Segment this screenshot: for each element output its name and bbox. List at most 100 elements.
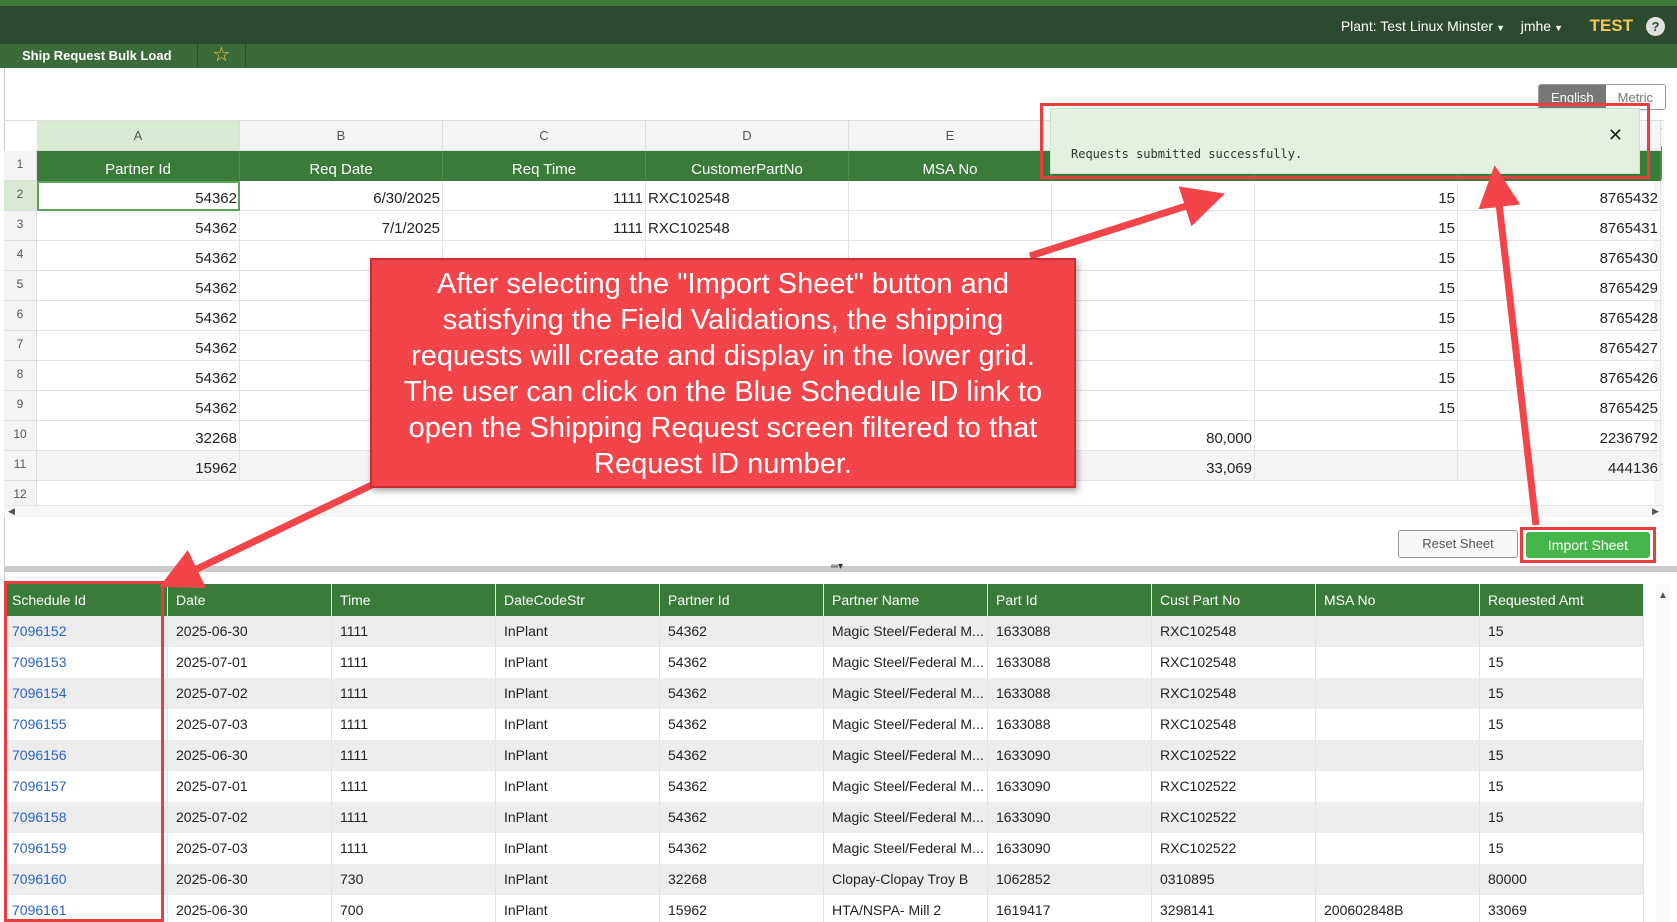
sheet-row-number[interactable]: 6 — [4, 301, 37, 331]
sheet-cell[interactable]: 15 — [1255, 181, 1458, 211]
scroll-left-icon[interactable]: ◀ — [8, 506, 15, 517]
table-row[interactable]: 7096160 2025-06-30 730 InPlant 32268 Clopay-C… — [4, 864, 1644, 895]
sheet-cell[interactable]: 15 — [1255, 391, 1458, 421]
table-row[interactable]: 7096158 2025-07-02 1111 InPlant 54362 Magic S… — [4, 802, 1644, 833]
sheet-header-cell[interactable]: Req Time — [443, 151, 646, 181]
sheet-cell[interactable] — [1052, 181, 1255, 211]
sheet-cell[interactable]: 2236792 — [1458, 421, 1661, 451]
sheet-cell[interactable]: 54362 — [37, 181, 240, 211]
sheet-header-cell[interactable]: Req Date — [240, 151, 443, 181]
grid-vertical-scrollbar[interactable]: ▲ — [1656, 584, 1670, 922]
pane-splitter[interactable]: ═▾ — [4, 562, 1677, 572]
sheet-cell[interactable]: 15 — [1255, 331, 1458, 361]
sheet-cell[interactable]: 54362 — [37, 391, 240, 421]
table-row[interactable]: 7096161 2025-06-30 700 InPlant 15962 HTA/NSPA… — [4, 895, 1644, 922]
sheet-header-cell[interactable]: MSA No — [849, 151, 1052, 181]
sheet-cell[interactable]: 33,069 — [1052, 451, 1255, 481]
sheet-row-number[interactable]: 7 — [4, 331, 37, 361]
sheet-cell[interactable] — [1052, 271, 1255, 301]
table-row[interactable]: 7096157 2025-07-01 1111 InPlant 54362 Magic S… — [4, 771, 1644, 802]
grid-column-header[interactable]: DateCodeStr — [496, 584, 660, 616]
grid-column-header[interactable]: Date — [168, 584, 332, 616]
sheet-cell[interactable]: 54362 — [37, 361, 240, 391]
grid-column-header[interactable]: Partner Id — [660, 584, 824, 616]
sheet-cell[interactable] — [1052, 241, 1255, 271]
sheet-cell[interactable]: 444136 — [1458, 451, 1661, 481]
scroll-up-icon[interactable]: ▲ — [1658, 590, 1668, 601]
grid-column-header[interactable]: Part Id — [988, 584, 1152, 616]
sheet-cell[interactable] — [849, 181, 1052, 211]
tab-ship-request-bulk-load[interactable]: Ship Request Bulk Load — [6, 44, 198, 68]
table-row[interactable]: 7096154 2025-07-02 1111 InPlant 54362 Magic S… — [4, 678, 1644, 709]
sheet-cell[interactable]: 8765425 — [1458, 391, 1661, 421]
sheet-cell[interactable]: 15 — [1255, 361, 1458, 391]
sheet-row-number[interactable]: 1 — [4, 151, 37, 181]
sheet-cell[interactable]: 54362 — [37, 211, 240, 241]
sheet-row-number[interactable]: 8 — [4, 361, 37, 391]
sheet-header-cell[interactable]: CustomerPartNo — [646, 151, 849, 181]
sheet-cell[interactable]: 8765431 — [1458, 211, 1661, 241]
sheet-column-letter[interactable]: A — [37, 121, 240, 151]
sheet-cell[interactable] — [1052, 361, 1255, 391]
sheet-cell[interactable] — [1052, 301, 1255, 331]
sheet-cell[interactable]: 8765430 — [1458, 241, 1661, 271]
sheet-cell[interactable]: 15 — [1255, 271, 1458, 301]
grid-column-header[interactable]: Partner Name — [824, 584, 988, 616]
grid-column-header[interactable]: MSA No — [1316, 584, 1480, 616]
sheet-horizontal-scrollbar[interactable]: ◀ ▶ — [4, 505, 1664, 517]
sheet-row-number[interactable]: 4 — [4, 241, 37, 271]
sheet-cell[interactable]: 8765428 — [1458, 301, 1661, 331]
sheet-row-number[interactable]: 12 — [4, 481, 37, 505]
plant-selector[interactable]: Plant: Test Linux Minster ▼ — [1341, 18, 1505, 34]
table-row[interactable]: 7096155 2025-07-03 1111 InPlant 54362 Magic S… — [4, 709, 1644, 740]
sheet-column-letter[interactable]: B — [240, 121, 443, 151]
table-row[interactable]: 7096152 2025-06-30 1111 InPlant 54362 Magic S… — [4, 616, 1644, 647]
sheet-cell[interactable]: 1111 — [443, 211, 646, 241]
sheet-cell[interactable]: 15962 — [37, 451, 240, 481]
sheet-cell[interactable]: 1111 — [443, 181, 646, 211]
sheet-cell[interactable]: 6/30/2025 — [240, 181, 443, 211]
help-icon[interactable]: ? — [1646, 17, 1665, 36]
sheet-column-letter[interactable]: D — [646, 121, 849, 151]
sheet-cell[interactable]: 54362 — [37, 271, 240, 301]
sheet-cell[interactable] — [1052, 391, 1255, 421]
sheet-cell[interactable]: 54362 — [37, 331, 240, 361]
reset-sheet-button[interactable]: Reset Sheet — [1398, 530, 1518, 558]
user-menu[interactable]: jmhe ▼ — [1521, 18, 1563, 34]
sheet-cell[interactable]: 15 — [1255, 241, 1458, 271]
grid-column-header[interactable]: Requested Amt — [1480, 584, 1644, 616]
sheet-cell[interactable]: 15 — [1255, 301, 1458, 331]
splitter-grip-icon[interactable]: ═▾ — [822, 562, 852, 572]
sheet-cell[interactable] — [849, 211, 1052, 241]
favorite-star-icon[interactable]: ☆ — [198, 44, 246, 68]
sheet-cell[interactable]: 80,000 — [1052, 421, 1255, 451]
sheet-row-number[interactable]: 2 — [4, 181, 37, 211]
sheet-cell[interactable]: 54362 — [37, 241, 240, 271]
sheet-cell[interactable]: 8765427 — [1458, 331, 1661, 361]
sheet-cell[interactable] — [1052, 331, 1255, 361]
sheet-column-letter[interactable]: C — [443, 121, 646, 151]
sheet-cell[interactable] — [1255, 451, 1458, 481]
table-row[interactable]: 7096156 2025-06-30 1111 InPlant 54362 Magic S… — [4, 740, 1644, 771]
sheet-cell[interactable]: 8765426 — [1458, 361, 1661, 391]
sheet-cell[interactable]: 54362 — [37, 301, 240, 331]
sheet-row-number[interactable]: 11 — [4, 451, 37, 481]
grid-column-header[interactable]: Cust Part No — [1152, 584, 1316, 616]
sheet-cell[interactable] — [1052, 211, 1255, 241]
sheet-cell[interactable]: 8765432 — [1458, 181, 1661, 211]
sheet-cell[interactable]: 15 — [1255, 211, 1458, 241]
sheet-column-letter[interactable]: E — [849, 121, 1052, 151]
sheet-cell[interactable]: 8765429 — [1458, 271, 1661, 301]
sheet-header-cell[interactable]: Partner Id — [37, 151, 240, 181]
sheet-row-number[interactable]: 10 — [4, 421, 37, 451]
sheet-cell[interactable]: RXC102548 — [646, 181, 849, 211]
table-row[interactable]: 7096159 2025-07-03 1111 InPlant 54362 Magic S… — [4, 833, 1644, 864]
scroll-right-icon[interactable]: ▶ — [1652, 506, 1659, 517]
sheet-cell[interactable]: 7/1/2025 — [240, 211, 443, 241]
sheet-cell[interactable]: 32268 — [37, 421, 240, 451]
sheet-row-number[interactable]: 3 — [4, 211, 37, 241]
sheet-row-number[interactable]: 9 — [4, 391, 37, 421]
sheet-row-number[interactable]: 5 — [4, 271, 37, 301]
sheet-cell[interactable] — [1255, 421, 1458, 451]
grid-column-header[interactable]: Time — [332, 584, 496, 616]
